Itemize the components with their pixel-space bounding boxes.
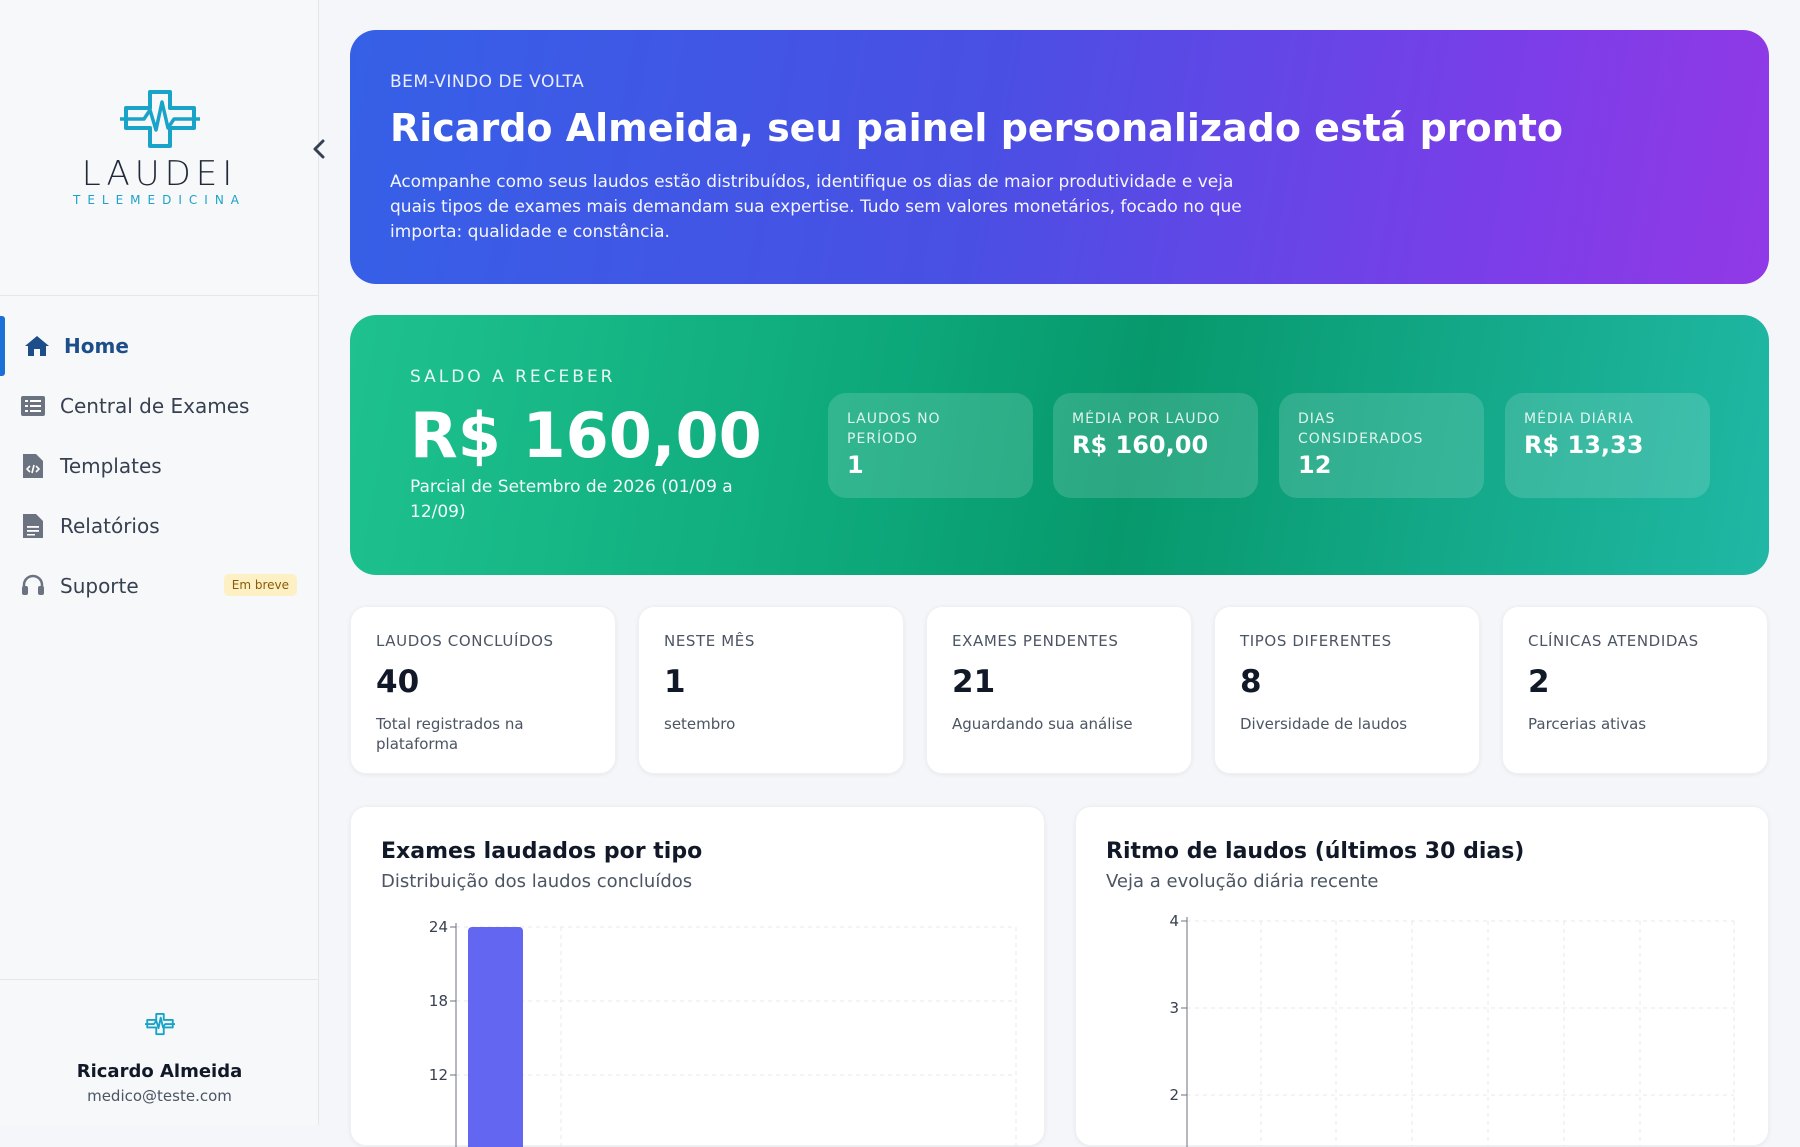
brand-name: LAUDEI xyxy=(81,154,238,194)
sidebar-item-suporte[interactable]: Suporte Em breve xyxy=(0,556,319,616)
welcome-title: Ricardo Almeida, seu painel personalizad… xyxy=(390,106,1563,150)
user-profile[interactable]: Ricardo Almeida medico@teste.com xyxy=(0,979,319,1126)
stat-label: Clínicas atendidas xyxy=(1528,632,1699,650)
user-email: medico@teste.com xyxy=(87,1087,232,1105)
stat-sub: Parcerias ativas xyxy=(1528,715,1647,733)
stat-label: Tipos diferentes xyxy=(1240,632,1392,650)
list-icon xyxy=(20,393,46,419)
chart-card-rhythm: Ritmo de laudos (últimos 30 dias) Veja a… xyxy=(1075,806,1769,1147)
metric-laudos-periodo: Laudos no período 1 xyxy=(828,393,1033,498)
stat-clinicas-atendidas: Clínicas atendidas 2 Parcerias ativas xyxy=(1502,606,1768,774)
metric-label: Média por laudo xyxy=(1072,411,1221,427)
medical-cross-avatar-icon xyxy=(145,1012,175,1036)
stat-value: 40 xyxy=(376,664,420,700)
y-tick-label: 18 xyxy=(429,992,448,1010)
stat-sub: Total registrados na plataforma xyxy=(376,715,524,753)
welcome-banner: BEM-VINDO DE VOLTA Ricardo Almeida, seu … xyxy=(350,30,1769,284)
balance-period: Parcial de Setembro de 2026 (01/09 a 12/… xyxy=(410,477,733,522)
stat-sub: Diversidade de laudos xyxy=(1240,715,1408,733)
sidebar-nav: Home Central de Exames Templates Relatór… xyxy=(0,316,319,616)
line-chart-rhythm: 4 3 2 xyxy=(1169,912,1735,1147)
sidebar-item-label: Templates xyxy=(60,454,162,478)
stat-value: 8 xyxy=(1240,664,1262,700)
welcome-text: Acompanhe como seus laudos estão distrib… xyxy=(390,172,1242,242)
balance-value: R$ 160,00 xyxy=(410,399,762,472)
metric-media-por-laudo: Média por laudo R$ 160,00 xyxy=(1053,393,1258,498)
chart-card-by-type: Exames laudados por tipo Distribuição do… xyxy=(350,806,1045,1147)
stat-value: 21 xyxy=(952,664,996,700)
stat-sub: Aguardando sua análise xyxy=(952,715,1133,733)
stat-sub: setembro xyxy=(664,715,736,733)
metric-label: Dias considerados xyxy=(1298,411,1424,447)
bar xyxy=(468,927,523,1147)
y-tick-label: 24 xyxy=(429,918,448,936)
bar-chart-by-type: 24 18 12 xyxy=(429,918,1017,1147)
chevron-left-icon xyxy=(313,139,325,159)
y-tick-label: 12 xyxy=(429,1066,448,1084)
metric-label: Laudos no período xyxy=(847,411,941,447)
sidebar-item-templates[interactable]: Templates xyxy=(0,436,319,496)
logo-area: LAUDEI TELEMEDICINA xyxy=(0,0,325,296)
sidebar-item-label: Central de Exames xyxy=(60,394,250,418)
stat-value: 2 xyxy=(1528,664,1550,700)
sidebar-item-central-de-exames[interactable]: Central de Exames xyxy=(0,376,319,436)
brand-tagline: TELEMEDICINA xyxy=(73,193,246,207)
code-file-icon xyxy=(20,453,46,479)
stat-label: Exames pendentes xyxy=(952,632,1119,650)
collapse-sidebar-button[interactable] xyxy=(306,136,332,162)
sidebar-item-label: Suporte xyxy=(60,574,139,598)
metric-value: R$ 160,00 xyxy=(1072,431,1209,459)
metric-dias-considerados: Dias considerados 12 xyxy=(1279,393,1484,498)
stat-label: Neste mês xyxy=(664,632,755,650)
stat-laudos-concluidos: Laudos concluídos 40 Total registrados n… xyxy=(350,606,616,774)
user-name: Ricardo Almeida xyxy=(76,1061,243,1082)
sidebar-item-home[interactable]: Home xyxy=(0,316,319,376)
metric-value: 1 xyxy=(847,451,864,479)
metric-value: 12 xyxy=(1298,451,1332,479)
y-tick-label: 4 xyxy=(1169,912,1179,930)
stat-value: 1 xyxy=(664,664,686,700)
stat-exames-pendentes: Exames pendentes 21 Aguardando sua análi… xyxy=(926,606,1192,774)
sidebar: LAUDEI TELEMEDICINA Home Central de Exam… xyxy=(0,0,325,1126)
metric-media-diaria: Média diária R$ 13,33 xyxy=(1505,393,1710,498)
headset-icon xyxy=(20,573,46,599)
sidebar-item-label: Relatórios xyxy=(60,514,160,538)
stat-label: Laudos concluídos xyxy=(376,632,554,650)
stat-neste-mes: Neste mês 1 setembro xyxy=(638,606,904,774)
sidebar-item-relatorios[interactable]: Relatórios xyxy=(0,496,319,556)
stat-tipos-diferentes: Tipos diferentes 8 Diversidade de laudos xyxy=(1214,606,1480,774)
welcome-kicker: BEM-VINDO DE VOLTA xyxy=(390,72,585,92)
y-tick-label: 3 xyxy=(1169,999,1179,1017)
y-tick-label: 2 xyxy=(1169,1086,1179,1104)
balance-card: SALDO A RECEBER R$ 160,00 Parcial de Set… xyxy=(350,315,1769,575)
sidebar-item-label: Home xyxy=(64,334,129,358)
metric-value: R$ 13,33 xyxy=(1524,431,1644,459)
balance-kicker: SALDO A RECEBER xyxy=(410,367,616,387)
metric-label: Média diária xyxy=(1524,411,1634,427)
coming-soon-badge: Em breve xyxy=(223,574,297,596)
home-icon xyxy=(24,333,50,359)
document-icon xyxy=(20,513,46,539)
medical-cross-logo-icon xyxy=(120,90,200,148)
